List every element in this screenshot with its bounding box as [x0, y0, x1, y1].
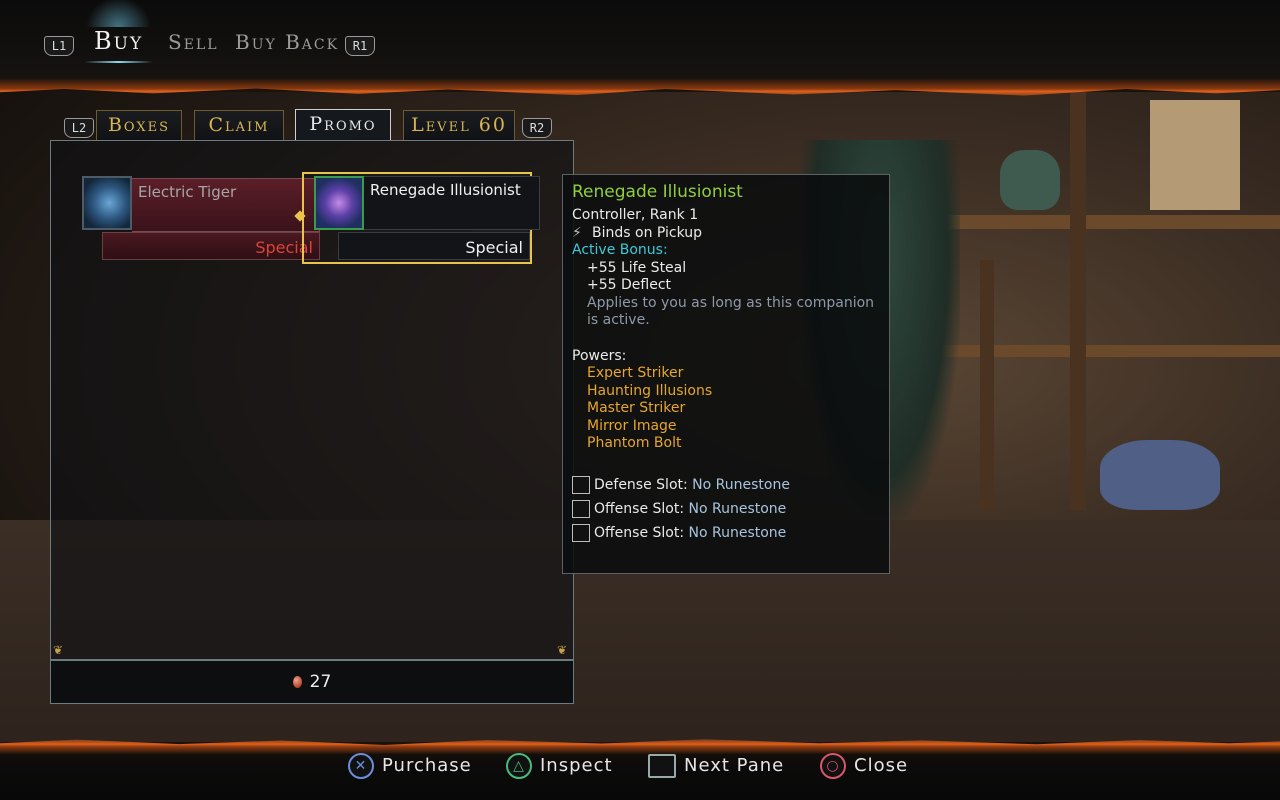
- tab-level-60[interactable]: Level 60: [403, 110, 515, 140]
- corner-ornament: ❦: [53, 643, 64, 657]
- slot-box-icon: [572, 523, 590, 542]
- slot-value: No Runestone: [692, 476, 790, 493]
- bonus-line: +55 Life Steal: [587, 259, 687, 276]
- tooltip-title: Renegade Illusionist: [572, 182, 743, 202]
- l2-button[interactable]: L2: [64, 118, 94, 138]
- item-name-box: Electric Tiger: [132, 178, 320, 232]
- slot-value: No Runestone: [688, 500, 787, 517]
- currency-amount: 27: [309, 672, 332, 692]
- active-bonus-label: Active Bonus:: [572, 242, 668, 258]
- slot-label: Offense Slot:: [594, 500, 685, 517]
- power-item: Expert Striker: [587, 365, 684, 381]
- slot-value: No Runestone: [688, 524, 787, 541]
- powers-label: Powers:: [572, 347, 627, 364]
- item-name-box: Renegade Illusionist: [364, 176, 540, 230]
- beam: [980, 260, 994, 510]
- touchpad-button-icon: [648, 754, 676, 778]
- tab-glow: [86, 0, 152, 27]
- illusionist-icon: [314, 176, 364, 230]
- bonus-description: Applies to you as long as this companion…: [587, 294, 875, 329]
- slot-box-icon: [572, 475, 590, 494]
- bonus-line: +55 Deflect: [587, 277, 672, 293]
- slot-label: Offense Slot:: [594, 524, 685, 541]
- power-item: Mirror Image: [587, 417, 677, 434]
- purchase-label: Purchase: [382, 755, 472, 776]
- runestone-slot: Offense Slot: No Runestone: [572, 497, 880, 521]
- tab-buy-back[interactable]: Buy Back: [235, 30, 339, 54]
- item-name: Renegade Illusionist: [370, 181, 521, 199]
- close-label: Close: [854, 755, 909, 776]
- vase: [1000, 150, 1060, 210]
- currency-footer: 27: [50, 660, 574, 704]
- inspect-label: Inspect: [540, 755, 613, 776]
- tab-claim[interactable]: Claim: [194, 110, 284, 140]
- item-rarity: Special: [465, 238, 523, 257]
- r2-button[interactable]: R2: [522, 118, 552, 138]
- runestone-slot: Offense Slot: No Runestone: [572, 521, 880, 545]
- tooltip-binds: ⚡ Binds on Pickup: [572, 225, 880, 243]
- list-item-renegade-illusionist[interactable]: Renegade Illusionist Special: [302, 172, 540, 264]
- tab-sell-label: Sell: [168, 30, 219, 54]
- item-tooltip: Renegade Illusionist Controller, Rank 1 …: [562, 174, 890, 574]
- item-name: Electric Tiger: [138, 183, 237, 201]
- binds-text: Binds on Pickup: [592, 224, 703, 241]
- l1-button[interactable]: L1: [44, 36, 74, 56]
- tab-buy[interactable]: Buy: [84, 0, 154, 63]
- beam: [1070, 90, 1086, 510]
- list-item-electric-tiger[interactable]: Electric Tiger Special: [82, 176, 320, 262]
- power-item: Phantom Bolt: [587, 435, 682, 451]
- tab-promo[interactable]: Promo: [295, 109, 391, 141]
- triangle-button-icon: △: [506, 753, 532, 779]
- crate: [1150, 100, 1240, 210]
- slot-box-icon: [572, 499, 590, 518]
- item-rarity-bar: Special: [102, 232, 320, 260]
- slot-label: Defense Slot:: [594, 476, 688, 493]
- power-item: Haunting Illusions: [587, 382, 713, 399]
- coin-icon: [292, 676, 302, 688]
- tab-boxes[interactable]: Boxes: [96, 110, 182, 140]
- inspect-prompt[interactable]: △ Inspect: [506, 752, 613, 782]
- tooltip-subtitle: Controller, Rank 1: [572, 207, 699, 223]
- purchase-prompt[interactable]: ✕ Purchase: [348, 752, 472, 782]
- item-rarity-bar: Special: [338, 232, 530, 260]
- tab-sell[interactable]: Sell: [168, 30, 219, 54]
- corner-ornament: ❦: [557, 643, 568, 657]
- tab-buy-label: Buy: [94, 27, 144, 55]
- bind-icon: ⚡: [572, 224, 582, 241]
- power-item: Master Striker: [587, 400, 686, 416]
- tab-buy-back-label: Buy Back: [235, 30, 340, 54]
- runestone-slot: Defense Slot: No Runestone: [572, 473, 880, 497]
- tiger-icon: [82, 176, 132, 230]
- cross-button-icon: ✕: [348, 753, 374, 779]
- tab-underline: [84, 61, 154, 63]
- r1-button[interactable]: R1: [345, 36, 375, 56]
- circle-button-icon: ○: [820, 753, 846, 779]
- close-prompt[interactable]: ○ Close: [820, 752, 908, 782]
- next-pane-prompt[interactable]: Next Pane: [648, 752, 784, 782]
- pot: [1100, 440, 1220, 510]
- next-pane-label: Next Pane: [684, 755, 785, 776]
